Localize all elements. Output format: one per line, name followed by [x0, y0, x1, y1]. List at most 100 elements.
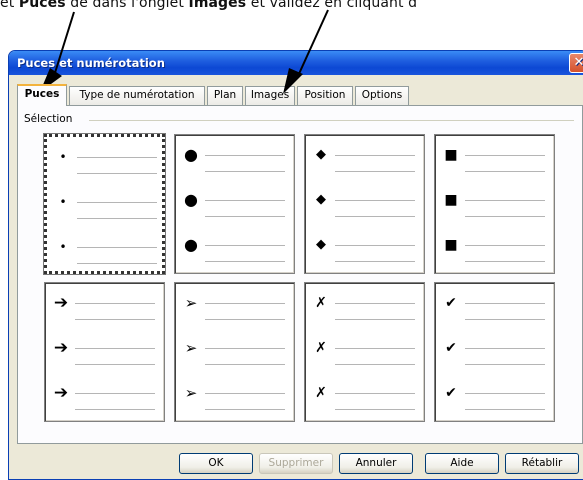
ok-button[interactable]: OK	[179, 453, 253, 474]
preview-text-line	[205, 216, 285, 217]
preview-text-line	[205, 319, 285, 320]
large-dot-bullet-icon: ●	[184, 190, 198, 209]
instruction-part: et validez en cliquant d	[246, 0, 418, 11]
preview-text-line	[335, 364, 415, 365]
diamond-bullet-icon: ◆	[316, 192, 326, 207]
arrow-bullet-icon: ➔	[53, 293, 69, 313]
preview-text-line	[335, 216, 415, 217]
preview-text-line	[75, 303, 155, 304]
bullet-preview-row: ●	[175, 235, 294, 262]
preview-text-line	[205, 364, 285, 365]
title-bar: Puces et numérotation ✕	[9, 51, 583, 75]
bullet-option-small-dot[interactable]: • • •	[44, 134, 165, 274]
preview-text-line	[205, 261, 285, 262]
help-button[interactable]: Aide	[425, 453, 499, 474]
bullet-preview-row: ■	[435, 235, 554, 262]
bullet-option-arrowhead[interactable]: ➢ ➢ ➢	[174, 282, 295, 422]
preview-text-line	[465, 245, 545, 246]
large-dot-bullet-icon: ●	[184, 145, 198, 164]
bullet-preview-row: ◆	[305, 190, 424, 217]
preview-text-line	[77, 202, 157, 203]
bullet-preview-row: ➔	[45, 338, 164, 365]
preview-text-line	[465, 200, 545, 201]
bullet-preview-row: ◆	[305, 235, 424, 262]
diamond-bullet-icon: ◆	[316, 147, 326, 162]
large-dot-bullet-icon: ●	[184, 235, 198, 254]
preview-text-line	[205, 200, 285, 201]
preview-text-line	[465, 409, 545, 410]
bullet-preview-row: ✗	[305, 383, 424, 410]
checkmark-bullet-icon: ✔	[445, 295, 457, 311]
bullet-option-square[interactable]: ■ ■ ■	[434, 134, 555, 274]
preview-text-line	[465, 216, 545, 217]
bullet-option-large-dot[interactable]: ● ● ●	[174, 134, 295, 274]
arrowhead-bullet-icon: ➢	[184, 339, 198, 357]
tab-type-numerotation[interactable]: Type de numérotation	[69, 86, 205, 105]
preview-text-line	[335, 409, 415, 410]
preview-text-line	[75, 319, 155, 320]
arrowhead-bullet-icon: ➢	[184, 384, 198, 402]
preview-text-line	[75, 364, 155, 365]
group-divider	[89, 120, 574, 121]
preview-text-line	[465, 348, 545, 349]
preview-text-line	[465, 364, 545, 365]
tab-puces[interactable]: Puces	[17, 84, 67, 106]
bullets-numbering-dialog: Puces et numérotation ✕ Puces Type de nu…	[8, 50, 583, 480]
square-bullet-icon: ■	[444, 192, 458, 208]
bullet-option-diamond[interactable]: ◆ ◆ ◆	[304, 134, 425, 274]
diamond-bullet-icon: ◆	[316, 237, 326, 252]
preview-text-line	[335, 348, 415, 349]
bullet-option-checkmark[interactable]: ✔ ✔ ✔	[434, 282, 555, 422]
reset-button[interactable]: Rétablir	[505, 453, 579, 474]
square-bullet-icon: ■	[444, 237, 458, 253]
preview-text-line	[465, 319, 545, 320]
preview-text-line	[205, 245, 285, 246]
bullet-preview-row: ●	[175, 145, 294, 172]
cross-bullet-icon: ✗	[315, 295, 327, 311]
preview-text-line	[205, 303, 285, 304]
preview-text-line	[77, 247, 157, 248]
arrow-bullet-icon: ➔	[53, 338, 69, 358]
small-dot-bullet-icon: •	[59, 240, 67, 254]
delete-button[interactable]: Supprimer	[259, 453, 333, 474]
checkmark-bullet-icon: ✔	[445, 340, 457, 356]
preview-text-line	[205, 171, 285, 172]
preview-text-line	[77, 173, 157, 174]
bullet-preview-row: ✗	[305, 293, 424, 320]
bullet-preview-row: ◆	[305, 145, 424, 172]
preview-text-line	[75, 393, 155, 394]
bullet-preview-row: ✔	[435, 293, 554, 320]
tab-position[interactable]: Position	[297, 86, 353, 105]
tab-plan[interactable]: Plan	[207, 86, 243, 105]
close-icon: ✕	[574, 55, 583, 70]
bullet-preview-row: •	[47, 147, 162, 174]
bullet-option-cross[interactable]: ✗ ✗ ✗	[304, 282, 425, 422]
close-button[interactable]: ✕	[569, 53, 583, 73]
bullet-preview-row: •	[47, 192, 162, 219]
small-dot-bullet-icon: •	[59, 150, 67, 164]
preview-text-line	[77, 218, 157, 219]
bullet-preview-row: ✗	[305, 338, 424, 365]
bullet-preview-row: ➢	[175, 383, 294, 410]
preview-text-line	[77, 263, 157, 264]
preview-text-line	[335, 155, 415, 156]
preview-text-line	[205, 393, 285, 394]
bullet-preview-row: ■	[435, 145, 554, 172]
preview-text-line	[75, 348, 155, 349]
tab-images[interactable]: Images	[245, 86, 295, 105]
preview-text-line	[205, 155, 285, 156]
preview-text-line	[205, 348, 285, 349]
checkmark-bullet-icon: ✔	[445, 385, 457, 401]
instruction-part: et	[0, 0, 19, 11]
preview-text-line	[335, 171, 415, 172]
preview-text-line	[465, 155, 545, 156]
selection-group-label: Sélection	[21, 113, 76, 125]
dialog-title: Puces et numérotation	[17, 56, 165, 70]
bullet-option-arrow[interactable]: ➔ ➔ ➔	[44, 282, 165, 422]
cancel-button[interactable]: Annuler	[339, 453, 413, 474]
bullet-preview-row: ➔	[45, 293, 164, 320]
tab-options[interactable]: Options	[355, 86, 409, 105]
preview-text-line	[335, 200, 415, 201]
preview-text-line	[465, 171, 545, 172]
bullet-preview-row: •	[47, 237, 162, 264]
